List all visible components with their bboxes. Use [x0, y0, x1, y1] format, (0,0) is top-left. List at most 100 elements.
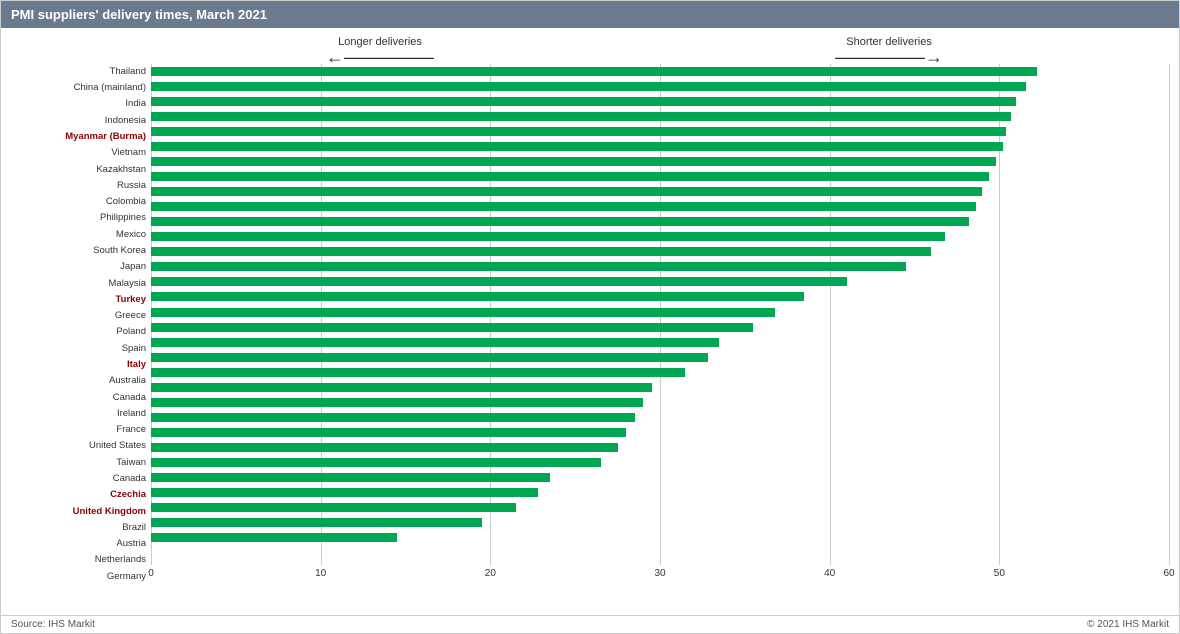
bar [151, 368, 685, 377]
bar-row [151, 64, 1169, 79]
bar [151, 262, 906, 271]
y-label: Colombia [11, 194, 151, 210]
bar-row [151, 485, 1169, 500]
y-label: Italy [11, 357, 151, 373]
annotation-row: Longer deliveries ←————— Shorter deliver… [151, 36, 1169, 64]
y-label: Greece [11, 308, 151, 324]
y-label: China (mainland) [11, 80, 151, 96]
y-label: Thailand [11, 64, 151, 80]
bar-row [151, 500, 1169, 515]
bar [151, 67, 1037, 76]
y-label: Kazakhstan [11, 162, 151, 178]
y-labels: ThailandChina (mainland)IndiaIndonesiaMy… [11, 64, 151, 585]
bar-row [151, 94, 1169, 109]
bars-and-grid: 0102030405060 [151, 64, 1169, 585]
y-label: United States [11, 438, 151, 454]
grid-line [1169, 64, 1170, 565]
y-label: Russia [11, 178, 151, 194]
x-tick: 50 [994, 568, 1005, 579]
x-tick: 40 [824, 568, 835, 579]
x-tick: 10 [315, 568, 326, 579]
bar [151, 202, 976, 211]
x-tick: 60 [1163, 568, 1174, 579]
bar [151, 353, 708, 362]
bar [151, 458, 601, 467]
bar [151, 533, 397, 542]
bar-row [151, 109, 1169, 124]
bar-row [151, 440, 1169, 455]
bar [151, 428, 626, 437]
bar [151, 82, 1026, 91]
bar-row [151, 139, 1169, 154]
bar-row [151, 79, 1169, 94]
y-label: Canada [11, 471, 151, 487]
bar-row [151, 335, 1169, 350]
bar-row [151, 154, 1169, 169]
bar [151, 473, 550, 482]
bars-area: ThailandChina (mainland)IndiaIndonesiaMy… [11, 64, 1169, 585]
bar [151, 413, 635, 422]
y-label: Brazil [11, 520, 151, 536]
y-label: Vietnam [11, 145, 151, 161]
y-label: France [11, 422, 151, 438]
bar [151, 383, 652, 392]
bar-row [151, 455, 1169, 470]
bar-row [151, 410, 1169, 425]
y-label: Netherlands [11, 552, 151, 568]
bar [151, 398, 643, 407]
bar [151, 247, 931, 256]
bar [151, 232, 945, 241]
copyright-label: © 2021 IHS Markit [1087, 619, 1169, 630]
y-label: Indonesia [11, 113, 151, 129]
bar-row [151, 380, 1169, 395]
bar-row [151, 244, 1169, 259]
bar-row [151, 289, 1169, 304]
bar [151, 127, 1006, 136]
annotation-longer: Longer deliveries ←————— [151, 36, 609, 66]
bar-row [151, 229, 1169, 244]
bar [151, 518, 482, 527]
chart-title: PMI suppliers' delivery times, March 202… [1, 1, 1179, 28]
y-label: Ireland [11, 406, 151, 422]
y-label: Myanmar (Burma) [11, 129, 151, 145]
y-label: Mexico [11, 227, 151, 243]
y-label: Austria [11, 536, 151, 552]
bar-row [151, 184, 1169, 199]
y-label: Czechia [11, 487, 151, 503]
chart-container: PMI suppliers' delivery times, March 202… [0, 0, 1180, 634]
source-label: Source: IHS Markit [11, 619, 95, 630]
bar-row [151, 365, 1169, 380]
bar [151, 172, 989, 181]
bar [151, 277, 847, 286]
bar [151, 292, 804, 301]
bar-row [151, 320, 1169, 335]
bar [151, 338, 719, 347]
y-label: Spain [11, 341, 151, 357]
bar-row [151, 124, 1169, 139]
y-label: India [11, 97, 151, 113]
chart-body: Longer deliveries ←————— Shorter deliver… [1, 28, 1179, 615]
bar-row [151, 530, 1169, 545]
y-label: United Kingdom [11, 504, 151, 520]
bar-row [151, 395, 1169, 410]
bar [151, 97, 1016, 106]
x-tick: 0 [148, 568, 154, 579]
bar [151, 112, 1011, 121]
bar [151, 323, 753, 332]
bar-row [151, 425, 1169, 440]
y-label: Malaysia [11, 276, 151, 292]
bar [151, 503, 516, 512]
x-tick: 30 [654, 568, 665, 579]
bar [151, 308, 775, 317]
bar [151, 142, 1003, 151]
bar [151, 488, 538, 497]
y-label: Australia [11, 373, 151, 389]
y-label: Philippines [11, 211, 151, 227]
bar-row [151, 515, 1169, 530]
y-label: Turkey [11, 292, 151, 308]
bar-row [151, 169, 1169, 184]
y-label: Taiwan [11, 455, 151, 471]
bar-row [151, 350, 1169, 365]
bar-row [151, 214, 1169, 229]
bar-row [151, 305, 1169, 320]
